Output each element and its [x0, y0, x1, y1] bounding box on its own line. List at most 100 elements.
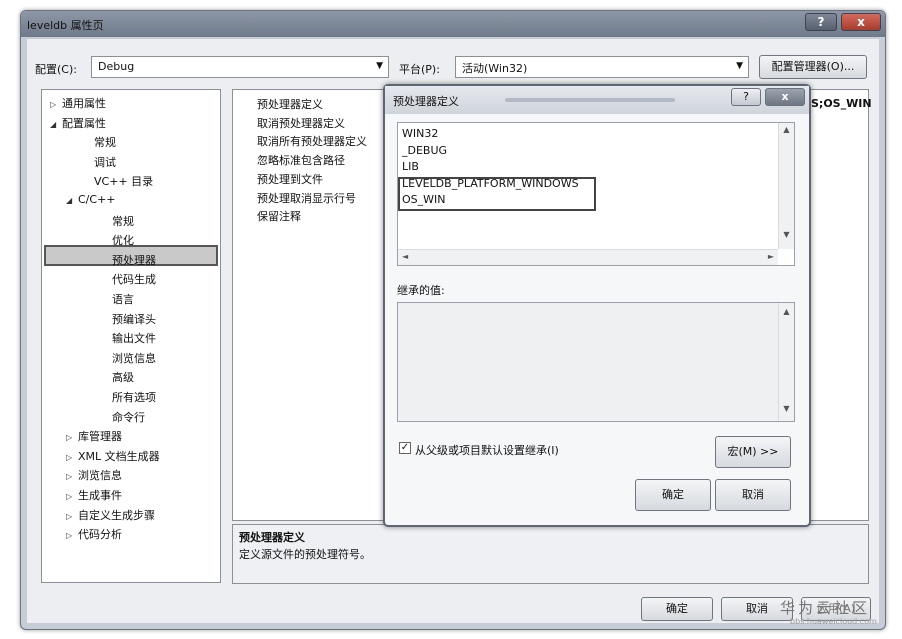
tree-item[interactable]: 常规: [100, 213, 134, 229]
inherit-checkbox[interactable]: ✓: [399, 442, 411, 454]
dialog-cancel-button[interactable]: 取消: [715, 479, 791, 511]
scroll-right-icon[interactable]: ►: [768, 252, 774, 261]
close-button[interactable]: x: [841, 13, 881, 31]
definition-line[interactable]: WIN32: [402, 127, 438, 140]
chevron-down-icon: ▼: [376, 61, 383, 71]
tree-item-label: 自定义生成步骤: [78, 508, 155, 522]
tree-item[interactable]: 所有选项: [100, 389, 156, 405]
definitions-textarea[interactable]: WIN32 _DEBUG LIB LEVELDB_PLATFORM_WINDOWS OS…: [397, 122, 795, 266]
property-row[interactable]: 预处理器定义: [257, 96, 323, 112]
dialog-close-button[interactable]: x: [765, 88, 805, 106]
config-select-value: Debug: [98, 60, 135, 73]
property-row[interactable]: 预处理到文件: [257, 171, 323, 187]
tree-item[interactable]: 高级: [100, 369, 134, 385]
description-title: 预处理器定义: [239, 531, 305, 544]
config-manager-button[interactable]: 配置管理器(O)...: [759, 55, 867, 79]
chevron-down-icon: ▼: [736, 61, 743, 71]
config-select[interactable]: Debug ▼: [91, 56, 389, 78]
tree-item[interactable]: 命令行: [100, 409, 145, 425]
scroll-left-icon[interactable]: ◄: [402, 252, 408, 261]
tree-item[interactable]: 预编译头: [100, 311, 156, 327]
expand-arrow-icon[interactable]: ◢: [66, 196, 78, 205]
platform-select-value: 活动(Win32): [462, 62, 528, 75]
property-row[interactable]: 保留注释: [257, 208, 301, 224]
tree-item[interactable]: ▷ 生成事件: [66, 487, 122, 503]
tree-item-label: 浏览信息: [78, 469, 122, 483]
title-bar: leveldb 属性页 ? x: [21, 11, 885, 37]
platform-label: 平台(P):: [399, 63, 440, 76]
grid-value-preprocessor[interactable]: S;OS_WIN: [811, 97, 872, 110]
platform-select[interactable]: 活动(Win32) ▼: [455, 56, 749, 78]
tree-item[interactable]: 预处理器: [100, 252, 156, 268]
config-label: 配置(C):: [35, 63, 77, 76]
expand-arrow-icon[interactable]: ▷: [66, 492, 78, 501]
definition-line[interactable]: _DEBUG: [402, 144, 447, 157]
property-row[interactable]: 预处理取消显示行号: [257, 190, 356, 206]
tree-item[interactable]: ▷ 浏览信息: [66, 467, 122, 483]
macro-button[interactable]: 宏(M) >>: [715, 436, 791, 468]
property-row[interactable]: 忽略标准包含路径: [257, 152, 345, 168]
definition-line[interactable]: LIB: [402, 160, 419, 173]
scroll-up-icon[interactable]: ▲: [779, 307, 794, 316]
expand-arrow-icon[interactable]: ▷: [66, 433, 78, 442]
tree-item-label: VC++ 目录: [94, 175, 154, 189]
tree-item[interactable]: ▷ 库管理器: [66, 428, 122, 444]
tree-item-label: 优化: [112, 234, 134, 248]
tree-item-label: 预处理器: [112, 253, 156, 267]
property-row[interactable]: 取消预处理器定义: [257, 115, 345, 131]
watermark-url: bbs.huaweicloud.com: [790, 617, 877, 626]
tree-item-label: 高级: [112, 371, 134, 385]
tree-item-label: 代码分析: [78, 528, 122, 542]
tree-item-label: C/C++: [78, 193, 116, 206]
expand-arrow-icon[interactable]: ▷: [66, 472, 78, 481]
vertical-scrollbar[interactable]: ▲ ▼: [778, 123, 794, 249]
expand-arrow-icon[interactable]: ▷: [50, 100, 62, 109]
description-text: 定义源文件的预处理符号。: [239, 548, 371, 561]
tree-item[interactable]: 优化: [100, 232, 134, 248]
tree-item[interactable]: ◢ C/C++: [66, 193, 116, 206]
tree-item[interactable]: 语言: [100, 291, 134, 307]
tree-item[interactable]: 代码生成: [100, 271, 156, 287]
tree-item[interactable]: VC++ 目录: [82, 173, 153, 189]
tree-item[interactable]: 浏览信息: [100, 350, 156, 366]
property-row[interactable]: 取消所有预处理器定义: [257, 133, 367, 149]
description-panel: 预处理器定义 定义源文件的预处理符号。: [232, 524, 869, 584]
tree-item-label: 调试: [94, 155, 116, 169]
tree-item-label: 生成事件: [78, 489, 122, 502]
tree-item[interactable]: ▷ 代码分析: [66, 526, 122, 542]
tree-item[interactable]: 常规: [82, 134, 116, 150]
expand-arrow-icon[interactable]: ◢: [50, 120, 62, 129]
dialog-help-button[interactable]: ?: [731, 88, 761, 106]
ok-button[interactable]: 确定: [641, 597, 713, 621]
scroll-down-icon[interactable]: ▼: [779, 230, 794, 239]
tree-item[interactable]: ▷ 通用属性: [50, 95, 106, 111]
tree-item-label: 通用属性: [62, 97, 106, 110]
tree-item[interactable]: 输出文件: [100, 330, 156, 346]
dialog-ok-button[interactable]: 确定: [635, 479, 711, 511]
expand-arrow-icon[interactable]: ▷: [66, 512, 78, 521]
help-button[interactable]: ?: [805, 13, 837, 31]
expand-arrow-icon[interactable]: ▷: [66, 531, 78, 540]
tree-item[interactable]: ◢ 配置属性: [50, 115, 106, 131]
tree-item-label: 命令行: [112, 410, 145, 424]
window-title: leveldb 属性页: [27, 19, 104, 32]
horizontal-scrollbar[interactable]: ◄ ►: [398, 249, 778, 265]
tree-item-label: 库管理器: [78, 430, 122, 444]
dialog-title: 预处理器定义: [393, 95, 459, 108]
tree-item[interactable]: ▷ 自定义生成步骤: [66, 507, 155, 523]
inherit-checkbox-label[interactable]: 从父级或项目默认设置继承(I): [415, 442, 559, 458]
scroll-up-icon[interactable]: ▲: [779, 125, 794, 134]
watermark-brand: 华为云社区: [780, 599, 871, 617]
tree-item-label: 浏览信息: [112, 351, 156, 365]
tree-item-label: 代码生成: [112, 273, 156, 287]
vertical-scrollbar[interactable]: ▲ ▼: [778, 303, 794, 421]
tree-item[interactable]: 调试: [82, 154, 116, 170]
preprocessor-dialog: 预处理器定义 ? x WIN32 _DEBUG LIB LEVELDB_PLATFOR…: [383, 84, 811, 527]
tree-item-label: XML 文档生成器: [78, 449, 160, 463]
property-tree[interactable]: ▷ 通用属性 ◢ 配置属性 常规 调试 VC++ 目录 ◢ C/C++ 常规 优化 预处理器 代码生成语…: [41, 89, 221, 583]
tree-item[interactable]: ▷ XML 文档生成器: [66, 448, 160, 464]
expand-arrow-icon[interactable]: ▷: [66, 453, 78, 462]
title-blur-decoration: [505, 98, 675, 102]
tree-item-label: 输出文件: [112, 332, 156, 346]
scroll-down-icon[interactable]: ▼: [779, 404, 794, 413]
